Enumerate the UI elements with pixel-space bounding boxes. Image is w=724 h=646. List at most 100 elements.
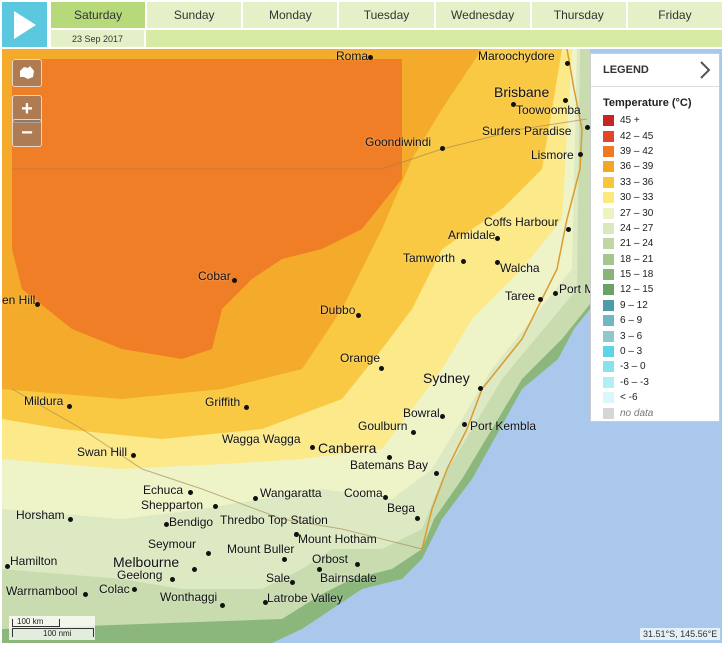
city-label: Wonthaggi	[160, 590, 218, 604]
legend-label: 39 – 42	[620, 145, 654, 157]
city-label: Port Kembla	[470, 419, 537, 433]
city-marker	[188, 490, 193, 495]
play-icon	[13, 10, 36, 39]
city-label: Dubbo	[320, 303, 356, 317]
cursor-coordinates: 31.51°S, 145.56°E	[640, 628, 721, 640]
city-label: Roma	[336, 49, 369, 63]
tab-monday[interactable]: Monday	[243, 2, 338, 28]
city-label: Mount Hotham	[298, 532, 377, 546]
city-label: Coffs Harbour	[484, 215, 559, 229]
city-marker	[68, 517, 73, 522]
legend-header[interactable]: LEGEND	[591, 54, 719, 87]
city-label: Mount Buller	[227, 542, 295, 556]
timeline-slider[interactable]	[146, 30, 722, 47]
legend-item: 30 – 33	[591, 190, 719, 205]
legend-swatch	[603, 145, 614, 157]
tab-wednesday[interactable]: Wednesday	[435, 2, 530, 28]
legend-label: 21 – 24	[620, 238, 654, 250]
legend-swatch	[603, 253, 614, 265]
legend-swatch	[603, 299, 614, 311]
minus-icon: −	[21, 121, 33, 144]
legend-item: 12 – 15	[591, 282, 719, 297]
legend-item: 39 – 42	[591, 144, 719, 159]
legend-label: 3 – 6	[620, 330, 643, 342]
city-label: Swan Hill	[77, 445, 128, 459]
legend-swatch	[603, 222, 614, 234]
tab-sunday[interactable]: Sunday	[147, 2, 242, 28]
city-marker	[368, 55, 373, 60]
date-label: 23 Sep 2017	[51, 30, 144, 47]
city-label: Maroochydore	[478, 49, 555, 63]
legend-item: 15 – 18	[591, 267, 719, 282]
play-button[interactable]	[2, 2, 47, 47]
legend-item: 21 – 24	[591, 236, 719, 251]
legend-swatch	[603, 115, 614, 127]
legend-swatch	[603, 407, 614, 419]
city-label: Orange	[340, 351, 381, 365]
australia-view-button[interactable]	[12, 59, 42, 87]
city-marker	[83, 592, 88, 597]
legend-panel: LEGEND Temperature (°C) 45 + 42 – 45 39 – …	[590, 53, 720, 422]
city-marker	[434, 471, 439, 476]
city-label: Shepparton	[141, 498, 204, 512]
city-label: Canberra	[318, 440, 377, 456]
city-label: Goondiwindi	[365, 135, 432, 149]
city-marker	[355, 562, 360, 567]
time-bar: 23 Sep 2017	[51, 30, 722, 47]
city-marker	[244, 405, 249, 410]
city-marker	[232, 278, 237, 283]
legend-item: < -6	[591, 390, 719, 405]
scale-km: 100 km	[17, 617, 44, 626]
legend-label: -6 – -3	[620, 376, 649, 388]
legend-label: 42 – 45	[620, 130, 654, 142]
city-label: Mildura	[24, 394, 64, 408]
legend-header-label: LEGEND	[603, 64, 649, 76]
city-marker	[379, 366, 384, 371]
city-marker	[478, 386, 483, 391]
city-marker	[566, 227, 571, 232]
city-marker	[170, 577, 175, 582]
legend-swatch	[603, 361, 614, 373]
city-marker	[290, 580, 295, 585]
chevron-right-icon[interactable]	[699, 60, 711, 80]
legend-item: -3 – 0	[591, 359, 719, 374]
city-marker	[67, 404, 72, 409]
city-label: Armidale	[448, 228, 496, 242]
legend-title: Temperature (°C)	[603, 97, 692, 109]
tab-saturday[interactable]: Saturday	[51, 2, 146, 28]
legend-item: 3 – 6	[591, 328, 719, 343]
city-marker	[461, 259, 466, 264]
city-label: Cooma	[344, 486, 383, 500]
city-label: Seymour	[148, 537, 197, 551]
city-label: Cobar	[198, 269, 231, 283]
tab-friday[interactable]: Friday	[627, 2, 722, 28]
zoom-out-button[interactable]: −	[12, 119, 42, 147]
tab-tuesday[interactable]: Tuesday	[339, 2, 434, 28]
legend-label: 30 – 33	[620, 192, 654, 204]
scale-bar: 100 km 100 nmi	[9, 616, 95, 640]
legend-label: no data	[620, 407, 654, 419]
city-marker	[192, 567, 197, 572]
plus-icon: +	[21, 97, 33, 120]
city-label: en Hill	[2, 293, 36, 307]
city-label: Thredbo Top Station	[220, 513, 328, 527]
city-label: Bowral	[403, 406, 440, 420]
legend-item: 27 – 30	[591, 205, 719, 220]
city-label: Geelong	[117, 568, 163, 582]
city-label: Wagga Wagga	[222, 432, 301, 446]
city-marker	[282, 557, 287, 562]
legend-item: -6 – -3	[591, 375, 719, 390]
city-label: Lismore	[531, 148, 574, 162]
city-label: Latrobe Valley	[267, 591, 343, 605]
legend-item: 36 – 39	[591, 159, 719, 174]
city-marker	[462, 422, 467, 427]
city-label: Echuca	[143, 483, 184, 497]
city-label: Griffith	[205, 395, 241, 409]
legend-swatch	[603, 176, 614, 188]
tab-thursday[interactable]: Thursday	[531, 2, 626, 28]
legend-swatch	[603, 330, 614, 342]
city-marker	[411, 430, 416, 435]
city-label: Hamilton	[10, 554, 58, 568]
city-label: Horsham	[16, 508, 65, 522]
legend-swatch	[603, 376, 614, 388]
